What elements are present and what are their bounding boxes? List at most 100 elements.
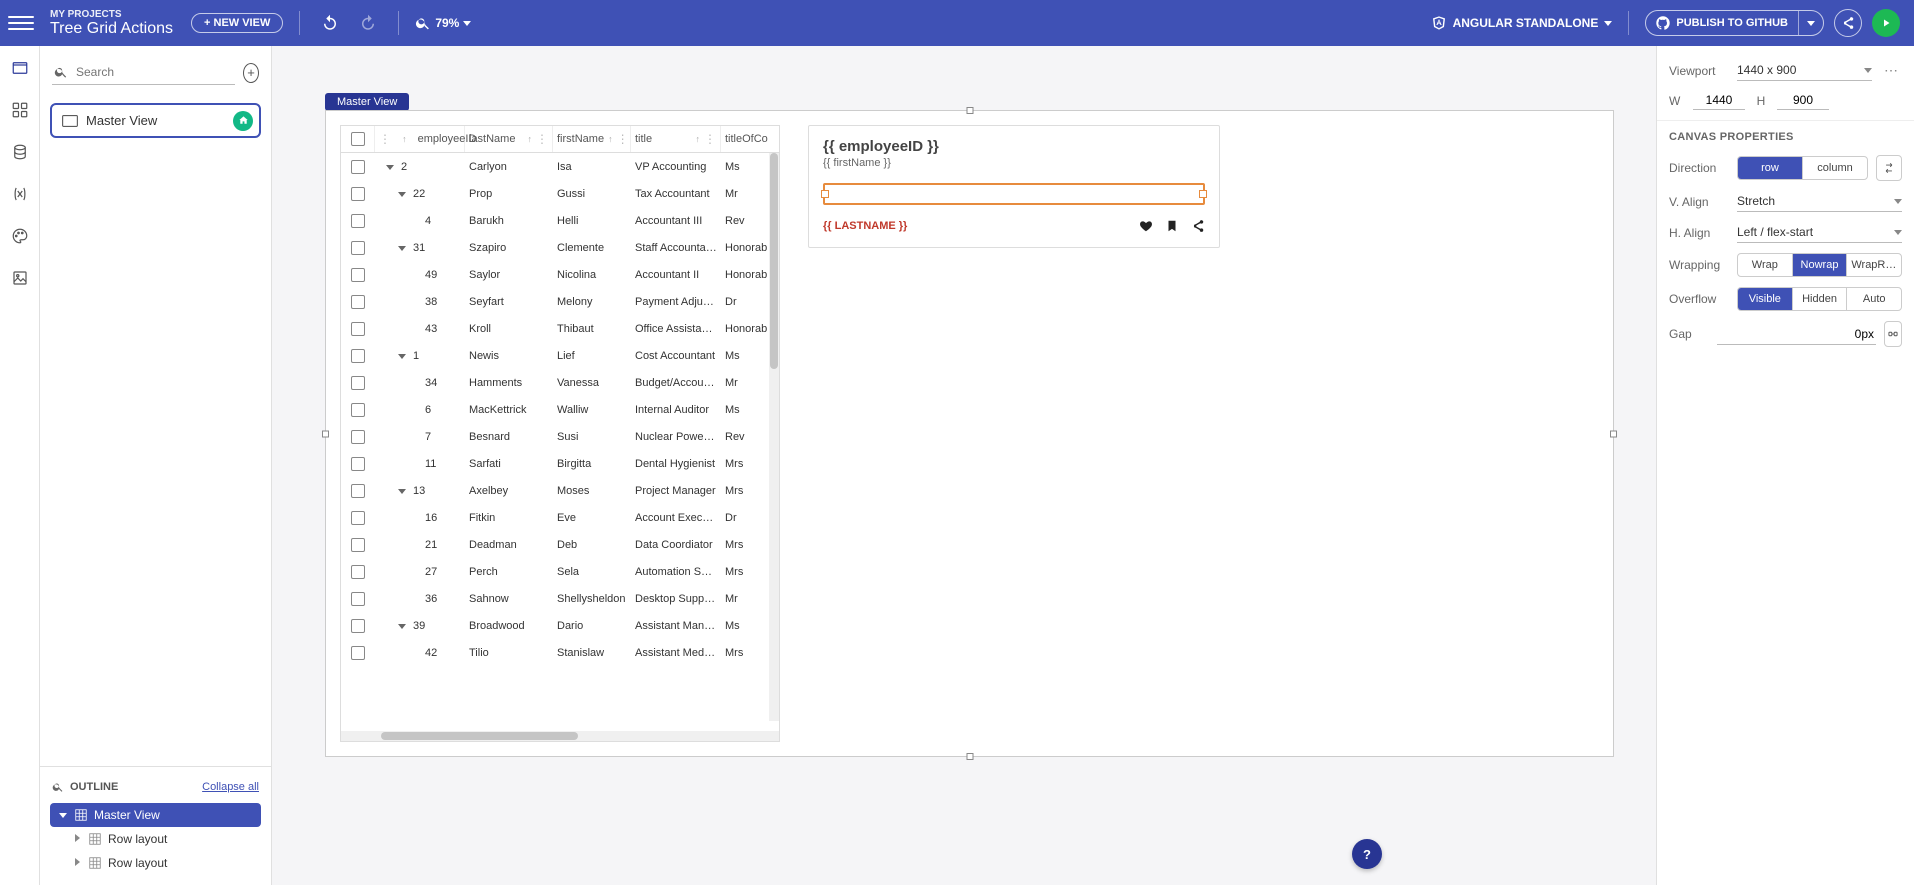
header-select[interactable] xyxy=(341,126,375,152)
column-menu-icon[interactable]: ⋮ xyxy=(379,132,391,146)
add-view-button[interactable]: + xyxy=(243,63,259,83)
column-menu-icon[interactable]: ⋮ xyxy=(617,132,629,146)
breadcrumb-my-projects[interactable]: MY PROJECTS xyxy=(50,9,173,20)
redo-button[interactable] xyxy=(354,9,382,37)
canvas-view-tag[interactable]: Master View xyxy=(325,93,409,111)
overflow-auto[interactable]: Auto xyxy=(1846,288,1901,310)
column-menu-icon[interactable]: ⋮ xyxy=(704,132,716,146)
more-icon[interactable]: ⋯ xyxy=(1880,62,1902,79)
table-row[interactable]: 6MacKettrickWalliwInternal AuditorMs xyxy=(341,396,779,423)
header-last-name[interactable]: lastName↑⋮ xyxy=(465,126,553,152)
direction-column[interactable]: column xyxy=(1802,157,1867,179)
search-input[interactable] xyxy=(74,64,233,80)
sort-asc-icon[interactable]: ↑ xyxy=(696,134,701,144)
header-first-name[interactable]: firstName↑⋮ xyxy=(553,126,631,152)
resize-handle-south[interactable] xyxy=(966,753,973,760)
resize-handle-north[interactable] xyxy=(966,107,973,114)
nowrap-option[interactable]: Nowrap xyxy=(1792,254,1847,276)
table-row[interactable]: 13AxelbeyMosesProject ManagerMrs xyxy=(341,477,779,504)
scrollbar-thumb[interactable] xyxy=(770,153,778,369)
scrollbar-thumb[interactable] xyxy=(381,732,578,740)
checkbox-icon[interactable] xyxy=(351,565,365,579)
expand-toggle[interactable] xyxy=(397,189,407,199)
checkbox-icon[interactable] xyxy=(351,646,365,660)
direction-row[interactable]: row xyxy=(1738,157,1802,179)
sort-asc-icon[interactable]: ↑ xyxy=(528,134,533,144)
table-row[interactable]: 43KrollThibautOffice Assistant IIIHonora… xyxy=(341,315,779,342)
checkbox-icon[interactable] xyxy=(351,241,365,255)
expand-toggle[interactable] xyxy=(397,243,407,253)
checkbox-icon[interactable] xyxy=(351,457,365,471)
checkbox-icon[interactable] xyxy=(351,187,365,201)
detail-card[interactable]: {{ employeeID }} {{ firstName }} {{ LAST… xyxy=(808,125,1220,248)
table-row[interactable]: 38SeyfartMelonyPayment Adjust…Dr xyxy=(341,288,779,315)
zoom-control[interactable]: 79% xyxy=(415,15,471,31)
table-row[interactable]: 31SzapiroClementeStaff Accountant …Honor… xyxy=(341,234,779,261)
sort-asc-icon[interactable]: ↑ xyxy=(608,134,613,144)
table-row[interactable]: 1NewisLiefCost AccountantMs xyxy=(341,342,779,369)
share-icon[interactable] xyxy=(1191,219,1205,233)
overflow-visible[interactable]: Visible xyxy=(1738,288,1792,310)
vertical-scrollbar[interactable] xyxy=(769,153,779,721)
new-view-button[interactable]: + NEW VIEW xyxy=(191,13,283,33)
collapse-all-link[interactable]: Collapse all xyxy=(202,781,259,793)
checkbox-icon[interactable] xyxy=(351,349,365,363)
checkbox-icon[interactable] xyxy=(351,403,365,417)
publish-button[interactable]: PUBLISH TO GITHUB xyxy=(1646,11,1798,35)
rail-theme-icon[interactable] xyxy=(8,224,32,248)
overflow-hidden[interactable]: Hidden xyxy=(1792,288,1847,310)
height-input[interactable] xyxy=(1777,91,1829,110)
header-employee-id[interactable]: ⋮ ↑ employeeID xyxy=(375,126,465,152)
header-title-of-courtesy[interactable]: titleOfCo xyxy=(721,126,779,152)
checkbox-icon[interactable] xyxy=(351,268,365,282)
table-row[interactable]: 7BesnardSusiNuclear Power E…Rev xyxy=(341,423,779,450)
view-item-master[interactable]: Master View xyxy=(50,103,261,138)
table-row[interactable]: 16FitkinEveAccount ExecutiveDr xyxy=(341,504,779,531)
expand-toggle[interactable] xyxy=(397,486,407,496)
menu-button[interactable] xyxy=(8,10,34,36)
table-row[interactable]: 2CarlyonIsaVP AccountingMs xyxy=(341,153,779,180)
share-button[interactable] xyxy=(1834,9,1862,37)
sort-asc-icon[interactable]: ↑ xyxy=(402,134,407,144)
gap-link-button[interactable] xyxy=(1884,321,1902,347)
preview-button[interactable] xyxy=(1872,9,1900,37)
undo-button[interactable] xyxy=(316,9,344,37)
table-row[interactable]: 21DeadmanDebData CoordiatorMrs xyxy=(341,531,779,558)
header-title[interactable]: title↑⋮ xyxy=(631,126,721,152)
canvas-area[interactable]: Master View ⋮ ↑ employeeID lastName↑⋮ fi… xyxy=(272,46,1656,885)
wrap-reverse-option[interactable]: WrapRe… xyxy=(1846,254,1901,276)
heart-icon[interactable] xyxy=(1139,219,1153,233)
halign-select[interactable]: Left / flex-start xyxy=(1737,222,1902,243)
tree-grid[interactable]: ⋮ ↑ employeeID lastName↑⋮ firstName↑⋮ ti… xyxy=(340,125,780,742)
selected-placeholder[interactable] xyxy=(823,183,1205,205)
width-input[interactable] xyxy=(1693,91,1745,110)
checkbox-icon[interactable] xyxy=(351,538,365,552)
checkbox-icon[interactable] xyxy=(351,132,365,146)
checkbox-icon[interactable] xyxy=(351,592,365,606)
checkbox-icon[interactable] xyxy=(351,430,365,444)
rail-data-icon[interactable] xyxy=(8,140,32,164)
table-row[interactable]: 39BroadwoodDarioAssistant ManagerMs xyxy=(341,612,779,639)
checkbox-icon[interactable] xyxy=(351,484,365,498)
outline-item-master-view[interactable]: Master View xyxy=(50,803,261,827)
rail-variables-icon[interactable] xyxy=(8,182,32,206)
expand-toggle[interactable] xyxy=(397,621,407,631)
bookmark-icon[interactable] xyxy=(1165,219,1179,233)
outline-item-row-layout-2[interactable]: Row layout xyxy=(50,851,261,875)
resize-handle-east[interactable] xyxy=(1610,430,1617,437)
checkbox-icon[interactable] xyxy=(351,295,365,309)
checkbox-icon[interactable] xyxy=(351,619,365,633)
viewport-select[interactable]: 1440 x 900 xyxy=(1737,60,1872,81)
table-row[interactable]: 42TilioStanislawAssistant Media …Mrs xyxy=(341,639,779,666)
rail-views-icon[interactable] xyxy=(8,56,32,80)
column-menu-icon[interactable]: ⋮ xyxy=(536,132,548,146)
publish-dropdown[interactable] xyxy=(1798,11,1823,35)
expand-toggle[interactable] xyxy=(385,162,395,172)
table-row[interactable]: 34HammentsVanessaBudget/Accounti…Mr xyxy=(341,369,779,396)
rail-assets-icon[interactable] xyxy=(8,266,32,290)
table-row[interactable]: 49SaylorNicolinaAccountant IIHonorab xyxy=(341,261,779,288)
gap-input[interactable] xyxy=(1717,324,1876,345)
table-row[interactable]: 22PropGussiTax AccountantMr xyxy=(341,180,779,207)
checkbox-icon[interactable] xyxy=(351,376,365,390)
valign-select[interactable]: Stretch xyxy=(1737,191,1902,212)
